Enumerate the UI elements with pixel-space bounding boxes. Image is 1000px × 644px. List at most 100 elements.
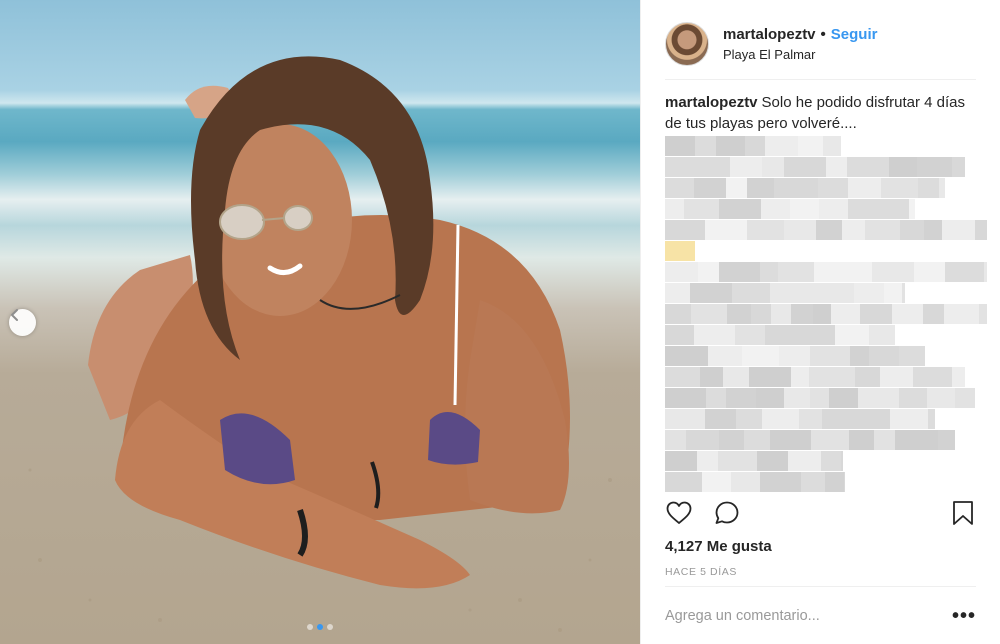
pixelated-block (914, 262, 945, 282)
pixelated-block (819, 199, 848, 219)
pixelated-block (708, 346, 742, 366)
pixelated-block (899, 346, 925, 366)
pixelated-block (765, 136, 798, 156)
pixelated-block (665, 262, 698, 282)
pixelated-block (865, 220, 900, 240)
pixelated-block (928, 409, 935, 429)
carousel-prev-button[interactable] (9, 309, 36, 336)
pixelated-block (863, 409, 890, 429)
header-text: martalopeztv • Seguir Playa El Palmar (723, 26, 877, 62)
avatar[interactable] (665, 22, 709, 66)
pixelated-block (665, 367, 700, 387)
pixelated-block (874, 430, 895, 450)
pixelated-block (747, 220, 784, 240)
pixelated-block (665, 451, 697, 471)
pixelated-block (872, 199, 909, 219)
pixelated-block (757, 451, 788, 471)
post-header: martalopeztv • Seguir Playa El Palmar (665, 14, 976, 74)
caption-username[interactable]: martalopeztv (665, 94, 758, 111)
pixelated-block (923, 304, 944, 324)
more-options-button[interactable]: ••• (952, 606, 976, 626)
pixelated-block (665, 346, 708, 366)
pixelated-block (979, 304, 987, 324)
pixelated-block (726, 178, 747, 198)
pixelated-block (822, 409, 863, 429)
carousel-dot (307, 624, 313, 630)
pixelated-block (945, 262, 984, 282)
pixelated-block (880, 367, 913, 387)
pixelated-block (694, 325, 735, 345)
pixelated-block (902, 283, 905, 303)
pixelated-block (869, 346, 899, 366)
post-details-panel: martalopeztv • Seguir Playa El Palmar ma… (640, 0, 1000, 644)
pixelated-block (779, 346, 810, 366)
pixelated-block (849, 430, 874, 450)
pixelated-block (835, 325, 869, 345)
pixelated-block (731, 472, 760, 492)
pixelated-block (849, 262, 872, 282)
pixelated-block (816, 220, 842, 240)
pixelated-block (700, 367, 723, 387)
pixelated-block (848, 178, 881, 198)
post-photo[interactable] (0, 0, 640, 644)
pixelated-block (705, 409, 736, 429)
pixelated-block (665, 388, 706, 408)
pixelated-block (695, 157, 730, 177)
pixelated-block (809, 367, 831, 387)
beach-photo-illustration (28, 56, 612, 632)
pixelated-block (665, 304, 691, 324)
bookmark-icon[interactable] (950, 499, 976, 527)
comment-input[interactable] (665, 608, 952, 624)
comment-divider (665, 586, 976, 587)
author-username[interactable]: martalopeztv (723, 26, 816, 43)
pixelated-block (884, 283, 902, 303)
post-timestamp[interactable]: HACE 5 DÍAS (665, 566, 737, 578)
pixelated-block (765, 325, 803, 345)
location-link[interactable]: Playa El Palmar (723, 47, 877, 62)
pixelated-block (810, 388, 829, 408)
pixelated-block (984, 262, 987, 282)
pixelated-block (821, 451, 841, 471)
pixelated-block (894, 262, 914, 282)
pixelated-block (938, 430, 955, 450)
pixelated-block (747, 178, 774, 198)
pixelated-block (803, 325, 835, 345)
follow-button[interactable]: Seguir (831, 26, 878, 43)
pixelated-block (690, 283, 709, 303)
pixelated-block (718, 451, 757, 471)
likes-count[interactable]: 4,127 Me gusta (665, 538, 772, 555)
pixelated-block (694, 241, 695, 261)
pixelated-block (665, 472, 702, 492)
pixelated-block (913, 367, 952, 387)
carousel-dot (317, 624, 323, 630)
pixelated-block (686, 430, 719, 450)
pixelated-block (702, 472, 731, 492)
pixelated-block (742, 346, 779, 366)
pixelated-block (939, 178, 945, 198)
pixelated-block (927, 388, 955, 408)
pixelated-block (900, 220, 924, 240)
pixelated-block (799, 409, 822, 429)
pixelated-block (749, 367, 791, 387)
pixelated-block (762, 157, 784, 177)
carousel-dot (327, 624, 333, 630)
pixelated-block (810, 346, 850, 366)
pixelated-block (736, 409, 762, 429)
pixelated-block (730, 157, 762, 177)
pixelated-block (792, 283, 826, 303)
pixelated-block (831, 367, 855, 387)
pixelated-block (665, 220, 705, 240)
comment-icon[interactable] (713, 499, 741, 527)
pixelated-block (778, 262, 814, 282)
pixelated-block (665, 178, 694, 198)
pixelated-block (726, 388, 756, 408)
pixelated-block (735, 325, 765, 345)
pixelated-block (744, 430, 770, 450)
carousel-indicator (0, 624, 640, 630)
pixelated-block (790, 199, 819, 219)
pixelated-block (665, 136, 695, 156)
pixelated-block (756, 388, 784, 408)
pixelated-block (858, 388, 899, 408)
pixelated-block (869, 325, 895, 345)
heart-icon[interactable] (665, 499, 693, 527)
